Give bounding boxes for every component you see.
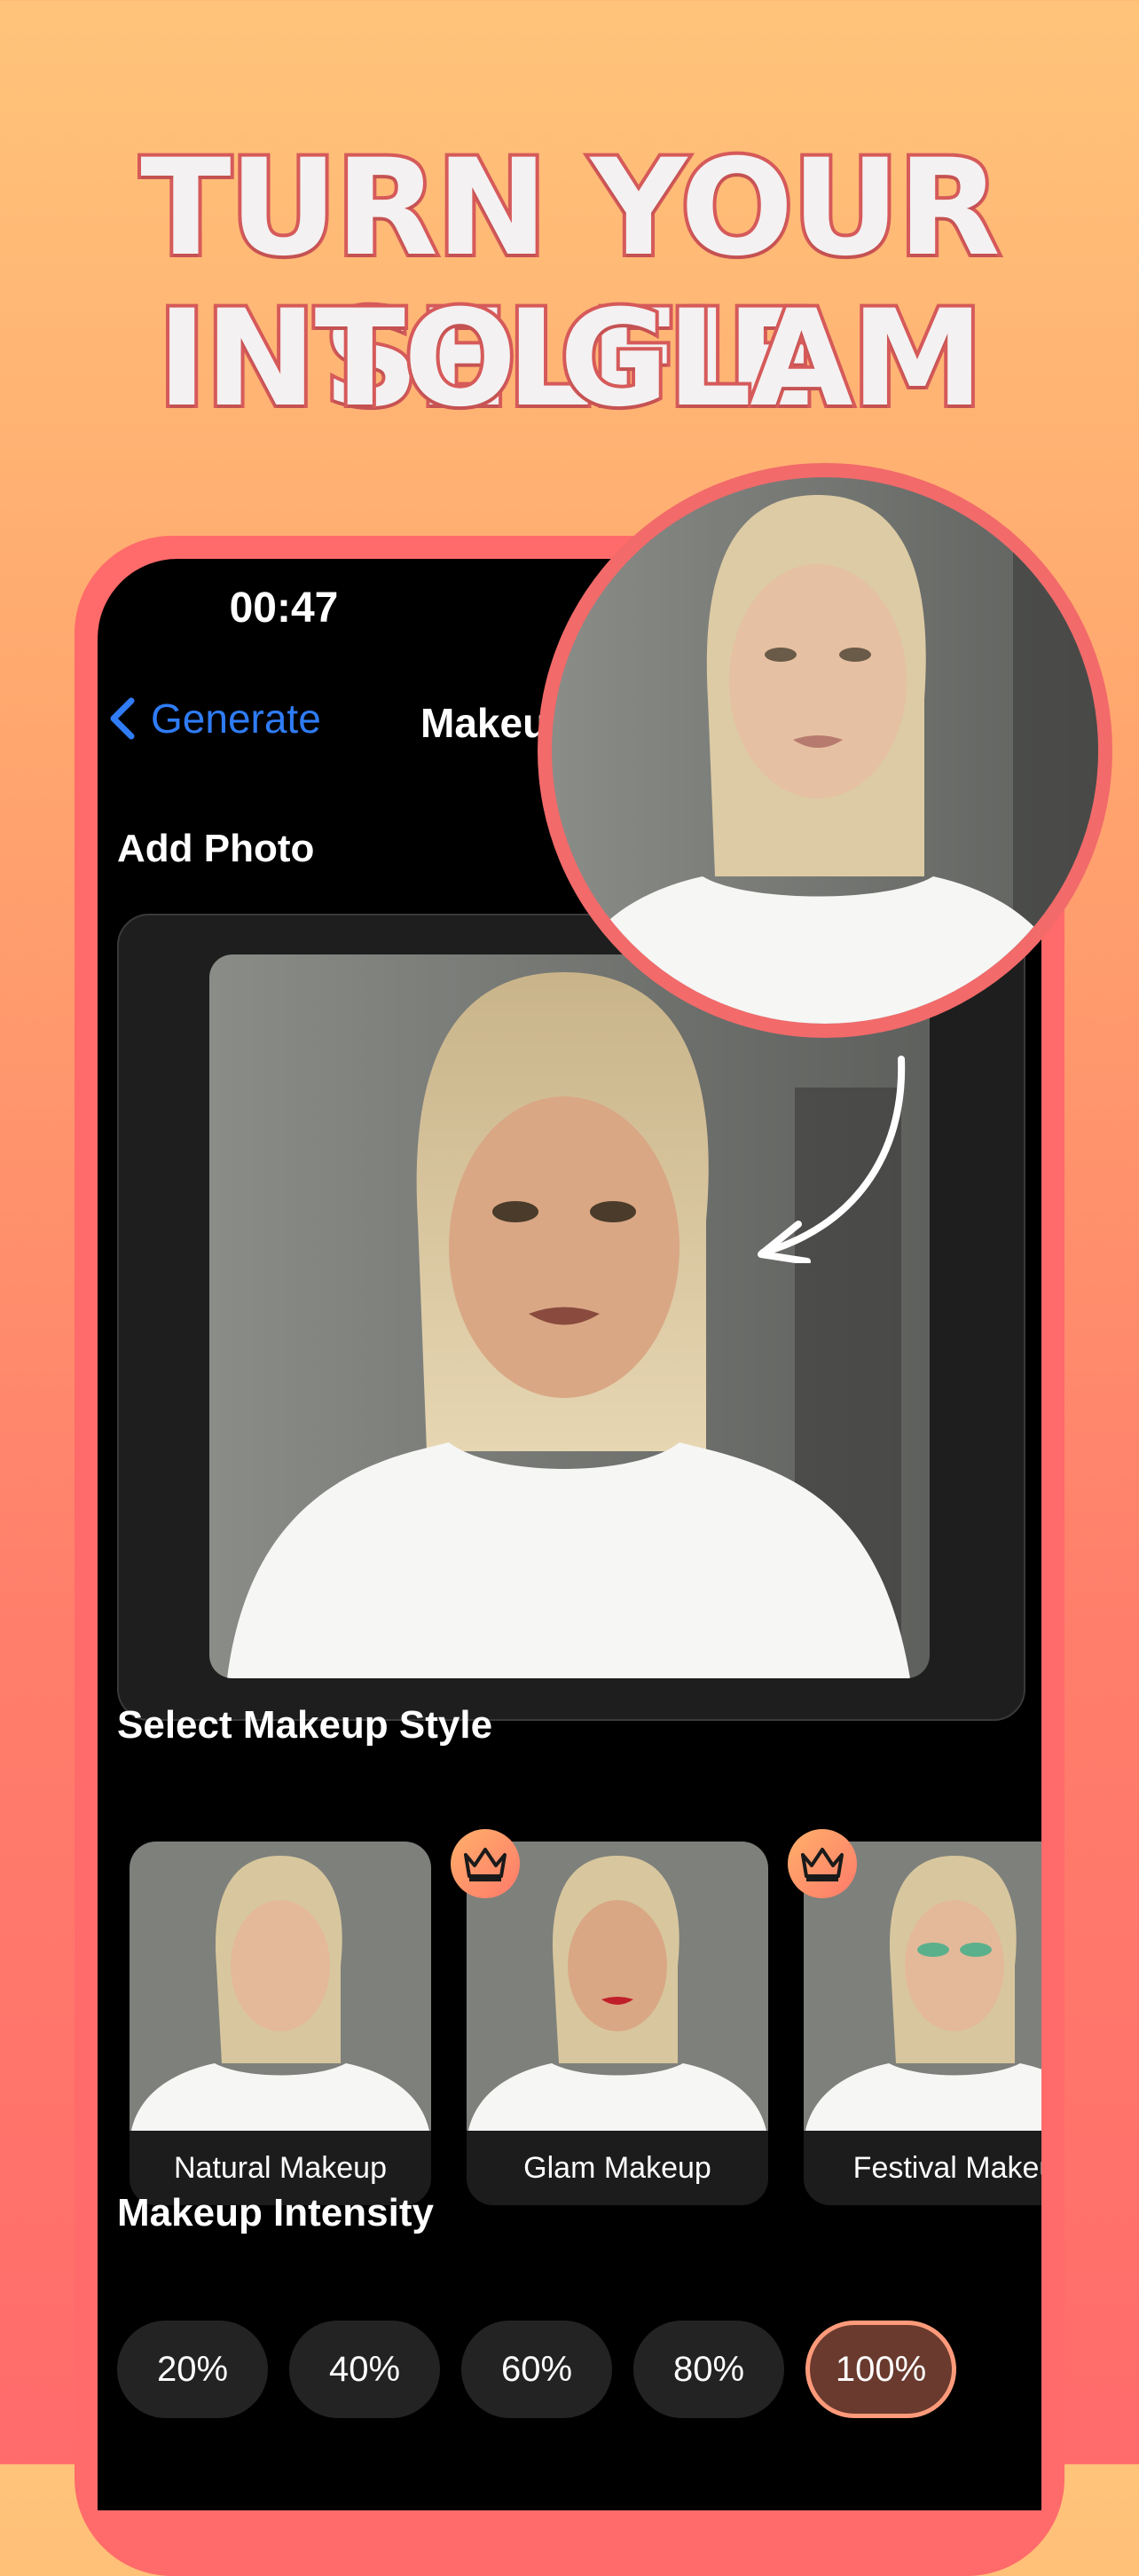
- before-photo-bubble: [538, 463, 1112, 1038]
- style-card-glam[interactable]: Glam Makeup: [467, 1842, 768, 2205]
- style-label: Glam Makeup: [523, 2151, 711, 2185]
- intensity-chip-20[interactable]: 20%: [117, 2321, 268, 2418]
- back-label: Generate: [151, 695, 321, 742]
- intensity-chip-100[interactable]: 100%: [805, 2321, 956, 2418]
- nav-title: Makeu: [420, 700, 548, 746]
- style-carousel[interactable]: Natural Makeup Glam Makeup Festival Make…: [130, 1842, 1041, 2205]
- photo-card[interactable]: [117, 914, 1025, 1721]
- status-time: 00:47: [229, 585, 339, 632]
- select-style-label: Select Makeup Style: [117, 1703, 493, 1747]
- before-photo: [552, 477, 1098, 1024]
- back-button[interactable]: Generate: [98, 692, 321, 745]
- headline-line-2: INTO GLAM: [153, 280, 986, 438]
- crown-icon: [451, 1829, 520, 1898]
- crown-icon: [788, 1829, 857, 1898]
- intensity-chip-80[interactable]: 80%: [633, 2321, 784, 2418]
- intensity-chip-60[interactable]: 60%: [461, 2321, 612, 2418]
- style-card-festival[interactable]: Festival Makeu: [804, 1842, 1041, 2205]
- intensity-chip-40[interactable]: 40%: [289, 2321, 440, 2418]
- intensity-options: 20% 40% 60% 80% 100%: [117, 2321, 956, 2418]
- add-photo-label: Add Photo: [117, 827, 315, 870]
- intensity-label: Makeup Intensity: [117, 2191, 434, 2234]
- chevron-left-icon: [98, 692, 151, 745]
- arrow-icon: [758, 1056, 906, 1263]
- style-thumb: [130, 1842, 431, 2131]
- style-label: Festival Makeu: [852, 2151, 1041, 2185]
- style-card-natural[interactable]: Natural Makeup: [130, 1842, 431, 2205]
